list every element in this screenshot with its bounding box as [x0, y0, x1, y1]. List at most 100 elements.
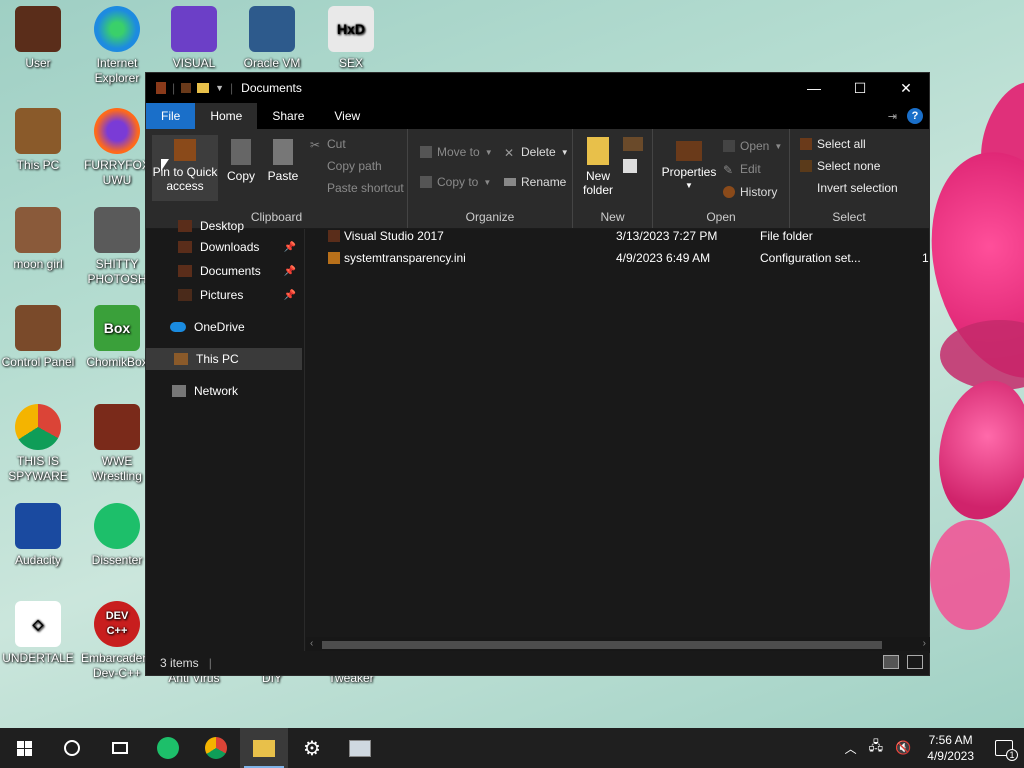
history-button[interactable]: History — [723, 185, 777, 199]
delete-button[interactable]: ✕ Delete ▼ — [504, 145, 569, 160]
tab-share[interactable]: Share — [257, 103, 319, 129]
desktop-icon-label: FURRYFOX UWU — [84, 158, 150, 187]
desktop-icon-label: Internet Explorer — [94, 56, 140, 85]
desktop-icon-control-panel[interactable]: Control Panel — [0, 305, 76, 370]
desktop-icon-audacity[interactable]: Audacity — [0, 503, 76, 568]
copy-to-button[interactable]: Copy to ▼ — [420, 175, 491, 189]
mouse-cursor — [161, 159, 169, 171]
nav-item-pictures[interactable]: Pictures 📌 — [146, 284, 302, 306]
edge-icon — [94, 6, 140, 52]
copy-button[interactable]: Copy — [224, 139, 258, 183]
large-icons-view-button[interactable] — [907, 655, 923, 669]
volume-muted-icon[interactable]: 🔇 — [889, 740, 917, 756]
copy-path-button[interactable]: Copy path — [310, 159, 382, 173]
taskbar: ⚙ ︿ 🖧 🔇 7:56 AM 4/9/2023 1 — [0, 728, 1024, 768]
pane-splitter[interactable] — [304, 229, 305, 651]
select-none-button[interactable]: Select none — [800, 159, 880, 173]
cortana-button[interactable] — [48, 728, 96, 768]
file-list: Visual Studio 2017 3/13/2023 7:27 PM Fil… — [306, 229, 930, 637]
tab-home[interactable]: Home — [195, 103, 258, 129]
network-tray-icon[interactable]: 🖧 — [863, 737, 890, 759]
desktop-icon-chomikbox[interactable]: Box ChomikBox — [79, 305, 155, 370]
chevron-down-icon[interactable]: ▼ — [215, 83, 224, 93]
paste-button[interactable]: Paste — [264, 139, 302, 183]
task-view-button[interactable] — [96, 728, 144, 768]
scroll-right-icon[interactable]: › — [923, 638, 926, 649]
clipboard-group: Pin to Quick access Copy Paste ✂ Cut Cop… — [146, 129, 408, 228]
move-to-button[interactable]: Move to ▼ — [420, 145, 493, 159]
minimize-button[interactable]: — — [791, 73, 837, 103]
desktop-icon-this-pc[interactable]: This PC — [0, 108, 76, 173]
desktop-icon-oracle-vm[interactable]: Oracle VM — [234, 6, 310, 71]
invert-selection-button[interactable]: Invert selection — [800, 181, 898, 195]
desktop-icon-dissenter[interactable]: Dissenter — [79, 503, 155, 568]
list-item[interactable]: systemtransparency.ini 4/9/2023 6:49 AM … — [306, 247, 930, 269]
edit-button[interactable]: ✎ Edit — [723, 162, 761, 177]
paste-shortcut-button[interactable]: Paste shortcut — [310, 181, 404, 195]
desktop-icon-internet-explorer[interactable]: Internet Explorer — [79, 6, 155, 86]
new-item-button[interactable] — [623, 137, 643, 151]
properties-button[interactable]: Properties ▼ — [661, 141, 717, 193]
desktop-icon-user[interactable]: User — [0, 6, 76, 71]
edit-icon: ✎ — [723, 163, 734, 177]
notification-icon: 1 — [995, 740, 1018, 761]
virtualbox-icon — [249, 6, 295, 52]
taskbar-app-chrome[interactable] — [192, 728, 240, 768]
rename-button[interactable]: Rename — [504, 175, 566, 189]
action-center-button[interactable]: 1 — [984, 728, 1024, 768]
open-button[interactable]: Open ▼ — [723, 139, 782, 153]
windows-icon — [16, 740, 32, 756]
paste-shortcut-icon — [310, 182, 322, 194]
history-icon — [723, 186, 735, 198]
scrollbar-thumb[interactable] — [322, 641, 882, 649]
desktop-icon-visual[interactable]: VISUAL — [156, 6, 232, 71]
title-bar[interactable]: | ▼ | Documents — ☐ ✕ — [146, 73, 929, 103]
nav-item-desktop[interactable]: Desktop — [146, 219, 302, 233]
file-date: 4/9/2023 6:49 AM — [616, 251, 711, 265]
new-folder-quick-icon[interactable] — [197, 83, 210, 93]
config-file-icon — [328, 252, 340, 264]
close-button[interactable]: ✕ — [883, 73, 929, 103]
start-button[interactable] — [0, 728, 48, 768]
desktop-icon-shitty-photosh[interactable]: SHITTY PHOTOSH — [79, 207, 155, 287]
list-item[interactable]: Visual Studio 2017 3/13/2023 7:27 PM Fil… — [306, 225, 930, 247]
properties-quick-icon[interactable] — [181, 83, 192, 93]
details-view-button[interactable] — [883, 655, 899, 669]
nav-item-downloads[interactable]: Downloads 📌 — [146, 236, 302, 258]
organize-group-label: Organize — [465, 210, 515, 224]
easy-access-button[interactable] — [623, 159, 637, 173]
taskbar-app-file-explorer[interactable] — [240, 728, 288, 768]
pin-ribbon-icon[interactable]: ⇥ — [888, 110, 897, 123]
desktop-icon-sex[interactable]: HxD SEX — [313, 6, 389, 71]
paste-icon — [273, 139, 293, 165]
desktop-icon-dev-cpp[interactable]: DEV C++ Embarcadero Dev-C++ — [79, 601, 155, 681]
nav-item-this-pc[interactable]: This PC — [146, 348, 302, 370]
tab-file[interactable]: File — [146, 103, 196, 129]
taskbar-app-unknown[interactable] — [336, 728, 384, 768]
cut-button[interactable]: ✂ Cut — [310, 137, 346, 152]
tab-view[interactable]: View — [319, 103, 375, 129]
desktop-icon-label: VISUAL — [172, 56, 216, 70]
help-icon[interactable]: ? — [907, 108, 923, 124]
select-all-icon — [800, 138, 812, 150]
new-folder-button[interactable]: New folder — [579, 137, 617, 197]
desktop-icon-furryfox[interactable]: FURRYFOX UWU — [79, 108, 155, 188]
clock[interactable]: 7:56 AM 4/9/2023 — [917, 732, 984, 764]
chevron-up-icon[interactable]: ︿ — [839, 740, 863, 757]
desktop-icon-undertale[interactable]: ◇ UNDERTALE — [0, 601, 76, 666]
nav-item-onedrive[interactable]: OneDrive — [146, 316, 302, 338]
nav-item-documents[interactable]: Documents 📌 — [146, 260, 302, 282]
taskbar-app-settings[interactable]: ⚙ — [288, 728, 336, 768]
desktop-icon-label: WWE Wrestling — [92, 454, 142, 483]
taskbar-app-dissenter[interactable] — [144, 728, 192, 768]
rename-icon — [504, 178, 516, 186]
window-title: Documents — [241, 81, 302, 95]
scroll-left-icon[interactable]: ‹ — [310, 638, 313, 649]
select-all-button[interactable]: Select all — [800, 137, 866, 151]
desktop-icon-wwe-wrestling[interactable]: WWE Wrestling — [79, 404, 155, 484]
maximize-button[interactable]: ☐ — [837, 73, 883, 103]
desktop-icon-moon-girl[interactable]: moon girl — [0, 207, 76, 272]
nav-item-network[interactable]: Network — [146, 380, 302, 402]
desktop-icon-this-is-spyware[interactable]: THIS IS SPYWARE — [0, 404, 76, 484]
moon-girl-icon — [15, 207, 61, 253]
